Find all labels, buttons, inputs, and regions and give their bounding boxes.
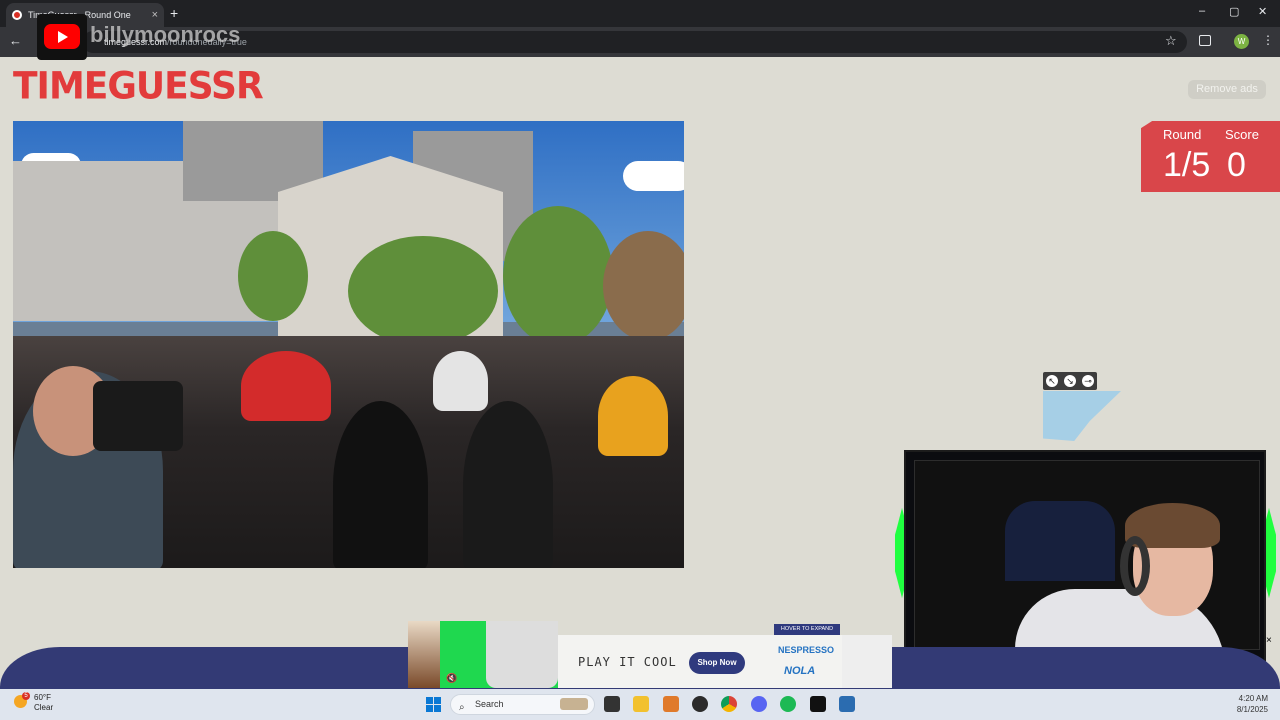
maximize-button[interactable]: ▢ — [1229, 5, 1239, 18]
menu-kebab-icon[interactable]: ⋮ — [1262, 33, 1274, 47]
photo-tree — [503, 206, 613, 346]
url-bar[interactable]: timeguessr.com/roundonedaily=true — [82, 31, 1187, 53]
photo-person — [333, 401, 428, 568]
search-icon: ⌕ — [459, 702, 465, 713]
close-window-button[interactable]: ✕ — [1258, 5, 1267, 18]
extensions-icon[interactable] — [1199, 35, 1211, 46]
photo-tree — [238, 231, 308, 321]
round-score-panel: Round 1/5 Score 0 — [1141, 121, 1280, 192]
photo-tree — [603, 231, 684, 341]
app-icon[interactable] — [839, 696, 855, 712]
guess-map[interactable] — [1043, 391, 1121, 441]
spotify-icon[interactable] — [780, 696, 796, 712]
webcam-feed — [914, 460, 1260, 679]
expand-icon[interactable]: ↖ — [1046, 375, 1058, 387]
ad-banner[interactable]: 🔇 PLAY IT COOL Shop Now NESPRESSO NOLA H… — [408, 621, 892, 688]
round-photo — [13, 121, 684, 568]
round-label: Round — [1163, 127, 1202, 142]
remove-ads-button[interactable]: Remove ads — [1188, 80, 1266, 99]
map-toolbar: ↖ ↘ ⊸ — [1043, 372, 1097, 390]
back-arrow-icon[interactable]: ← — [9, 33, 22, 48]
clock-date: 8/1/2025 — [1236, 705, 1268, 714]
ad-coffee-image — [408, 621, 440, 688]
ad-product: NOLA — [784, 665, 816, 677]
weather-temp: 60°F — [34, 693, 51, 702]
weather-badge: 5 — [22, 692, 30, 700]
taskbar-search[interactable]: ⌕ Search — [450, 694, 595, 715]
timeguessr-logo[interactable]: TIMEGUESSR — [13, 65, 264, 109]
bookmark-star-icon[interactable]: ☆ — [1165, 33, 1177, 49]
pin-icon[interactable]: ⊸ — [1082, 375, 1094, 387]
photo-person — [433, 351, 488, 411]
photo-person — [241, 351, 331, 421]
timeguessr-favicon-icon — [12, 10, 22, 20]
ad-close-icon[interactable]: × — [1266, 636, 1276, 646]
ad-product-image — [842, 635, 892, 688]
round-value: 1/5 — [1163, 146, 1211, 184]
webcam-chair — [1005, 501, 1115, 581]
ad-brand: NESPRESSO — [778, 645, 835, 655]
hover-to-expand-label[interactable]: HOVER TO EXPAND — [774, 624, 840, 635]
system-clock[interactable]: 4:20 AM 8/1/2025 — [1218, 693, 1268, 715]
mute-icon[interactable]: 🔇 — [446, 673, 457, 684]
clock-time: 4:20 AM — [1238, 694, 1268, 703]
photo-person — [598, 376, 668, 456]
score-value: 0 — [1227, 146, 1246, 184]
score-label: Score — [1225, 127, 1259, 142]
channel-handle: billymoonrocs — [90, 22, 241, 47]
new-tab-button[interactable]: + — [170, 5, 178, 21]
ad-machine-image — [486, 621, 558, 688]
weather-condition: Clear — [34, 703, 54, 712]
headphones-icon — [1120, 536, 1150, 596]
ad-tagline: PLAY IT COOL — [578, 655, 677, 669]
shop-now-button[interactable]: Shop Now — [689, 652, 745, 674]
windows-taskbar: 5 60°F Clear ⌕ Search 4:20 AM 8/1/2025 — [0, 689, 1280, 720]
tab-close-icon[interactable]: × — [152, 9, 158, 21]
photo-cloud — [623, 161, 684, 191]
minimize-button[interactable]: – — [1199, 5, 1205, 17]
task-view-icon[interactable] — [604, 696, 620, 712]
app-icon[interactable] — [663, 696, 679, 712]
photo-camera — [93, 381, 183, 451]
search-placeholder: Search — [475, 699, 504, 709]
photo-person — [463, 401, 553, 568]
profile-avatar[interactable]: W — [1234, 34, 1249, 49]
capcut-icon[interactable] — [810, 696, 826, 712]
windows-start-icon[interactable] — [426, 697, 441, 712]
youtube-play-icon — [44, 24, 80, 49]
discord-icon[interactable] — [751, 696, 767, 712]
ad-copy: PLAY IT COOL Shop Now NESPRESSO NOLA — [558, 635, 842, 688]
file-explorer-icon[interactable] — [633, 696, 649, 712]
app-icon[interactable] — [692, 696, 708, 712]
chrome-icon[interactable] — [721, 696, 737, 712]
search-highlight-image — [560, 698, 588, 710]
shrink-icon[interactable]: ↘ — [1064, 375, 1076, 387]
photo-tree — [348, 236, 498, 346]
